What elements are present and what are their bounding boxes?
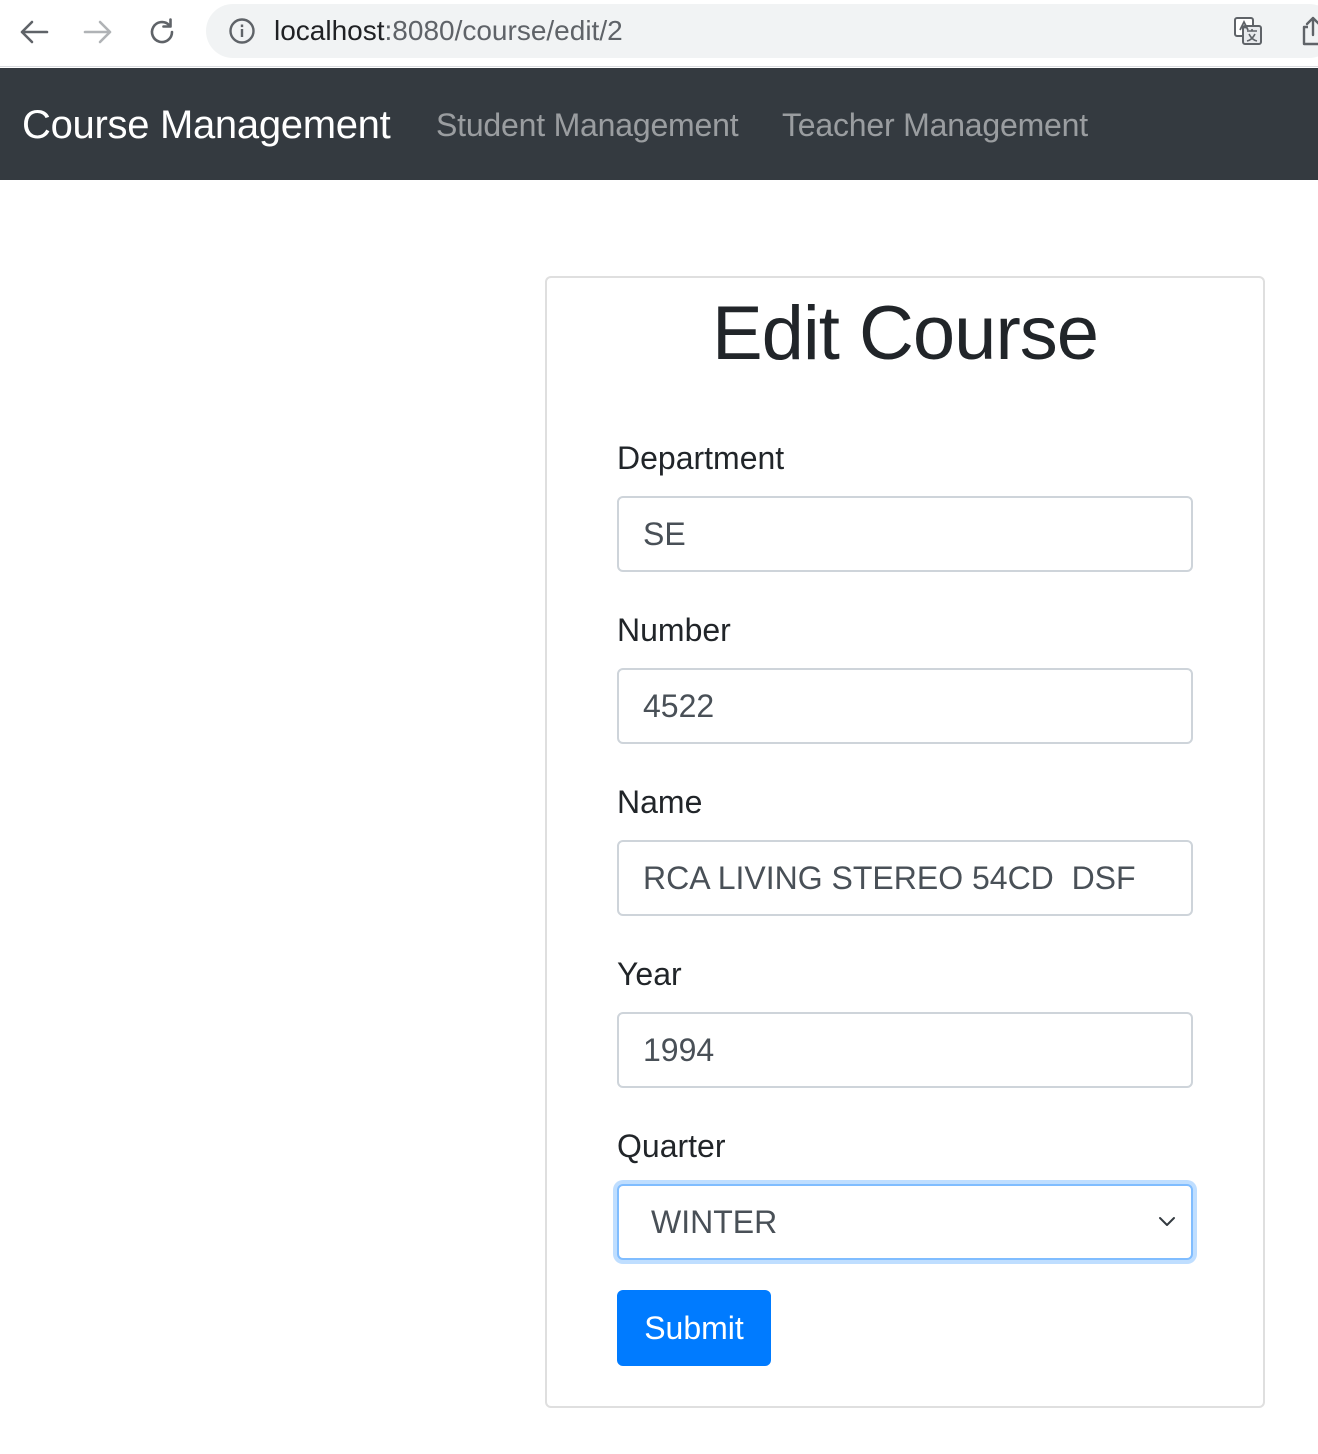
forward-button[interactable]	[76, 10, 120, 54]
browser-toolbar: localhost:8080/course/edit/2	[0, 0, 1318, 67]
app-navbar: Course Management Student Management Tea…	[0, 68, 1318, 180]
back-button[interactable]	[12, 10, 56, 54]
year-label: Year	[617, 956, 682, 992]
number-input[interactable]	[617, 668, 1193, 744]
chevron-down-icon	[1159, 1217, 1175, 1226]
department-label: Department	[617, 440, 785, 476]
quarter-selected-value: WINTER	[651, 1204, 778, 1240]
url-host: localhost	[274, 15, 385, 46]
reload-button[interactable]	[140, 10, 184, 54]
quarter-label: Quarter	[617, 1128, 726, 1164]
address-bar[interactable]: localhost:8080/course/edit/2	[206, 4, 1318, 58]
page-title: Edit Course	[711, 291, 1099, 376]
name-label: Name	[617, 784, 703, 820]
navbar-brand[interactable]: Course Management	[22, 103, 391, 147]
edit-course-card: Edit Course Department Number Name Year …	[545, 276, 1265, 1408]
quarter-select[interactable]: WINTER	[617, 1184, 1193, 1260]
url-text[interactable]: localhost:8080/course/edit/2	[274, 15, 623, 47]
url-path: :8080/course/edit/2	[384, 15, 623, 46]
name-input[interactable]	[617, 840, 1193, 916]
submit-button[interactable]: Submit	[617, 1290, 771, 1366]
translate-icon[interactable]	[1232, 15, 1264, 47]
nav-link-student-management[interactable]: Student Management	[436, 106, 739, 144]
department-input[interactable]	[617, 496, 1193, 572]
arrow-left-icon	[20, 20, 49, 44]
year-input[interactable]	[617, 1012, 1193, 1088]
reload-icon	[150, 18, 174, 44]
info-icon[interactable]	[228, 17, 256, 45]
number-label: Number	[617, 612, 731, 648]
share-icon[interactable]	[1298, 15, 1318, 47]
nav-link-teacher-management[interactable]: Teacher Management	[782, 106, 1088, 144]
arrow-right-icon	[83, 20, 112, 44]
